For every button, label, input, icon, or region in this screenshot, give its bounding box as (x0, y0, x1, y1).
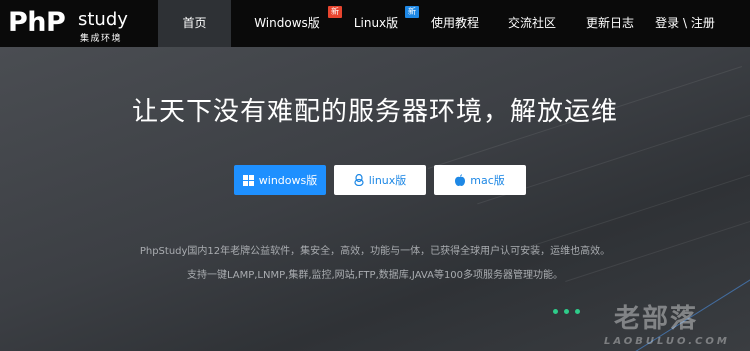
hero-banner: 让天下没有难配的服务器环境，解放运维 windows版 linux版 mac版 … (0, 47, 750, 351)
nav-changelog[interactable]: 更新日志 (580, 0, 640, 47)
windows-download-button[interactable]: windows版 (234, 165, 326, 195)
decor-dots (553, 309, 580, 314)
logo-subtitle: 集成环境 (80, 34, 123, 44)
new-badge-windows: 新 (328, 6, 342, 18)
nav-community[interactable]: 交流社区 (502, 0, 562, 47)
bg-decor-line (526, 166, 750, 249)
nav-changelog-label: 更新日志 (585, 16, 634, 30)
windows-button-label: windows版 (258, 174, 318, 187)
hero-description-2: 支持一键LAMP,LNMP,集群,监控,网站,FTP,数据库,JAVA等100多… (186, 270, 564, 281)
linux-button-label: linux版 (368, 174, 407, 187)
mac-button-label: mac版 (470, 174, 505, 187)
linux-download-button[interactable]: linux版 (334, 165, 426, 195)
new-badge-linux: 新 (405, 6, 419, 18)
nav-home[interactable]: 首页 (158, 0, 231, 47)
watermark-cn: 老部落 (614, 304, 699, 334)
linux-icon (354, 174, 364, 186)
nav-tutorial[interactable]: 使用教程 (425, 0, 485, 47)
nav-login-register[interactable]: 登录 \ 注册 (652, 0, 718, 47)
nav-linux-label: Linux版 (353, 16, 399, 30)
nav-login-label: 登录 \ 注册 (655, 16, 715, 30)
top-nav-bar: PhP study 集成环境 首页 Windows版 新 Linux版 新 使用… (0, 0, 750, 47)
nav-community-label: 交流社区 (507, 16, 556, 30)
logo[interactable]: PhP study 集成环境 (8, 4, 128, 44)
windows-icon (242, 174, 254, 186)
watermark-en: LAOBULUO.COM (604, 336, 730, 347)
hero-headline: 让天下没有难配的服务器环境，解放运维 (131, 97, 618, 127)
nav-windows-label: Windows版 (254, 16, 320, 30)
nav-tutorial-label: 使用教程 (430, 16, 479, 30)
mac-download-button[interactable]: mac版 (434, 165, 526, 195)
apple-icon (455, 174, 466, 186)
logo-php: PhP (8, 7, 66, 38)
nav-linux[interactable]: Linux版 (345, 0, 407, 47)
logo-study: study (78, 9, 128, 30)
hero-description-1: PhpStudy国内12年老牌公益软件，集安全，高效，功能与一体，已获得全球用户… (139, 246, 611, 257)
nav-home-label: 首页 (182, 16, 207, 30)
nav-windows[interactable]: Windows版 (252, 0, 322, 47)
